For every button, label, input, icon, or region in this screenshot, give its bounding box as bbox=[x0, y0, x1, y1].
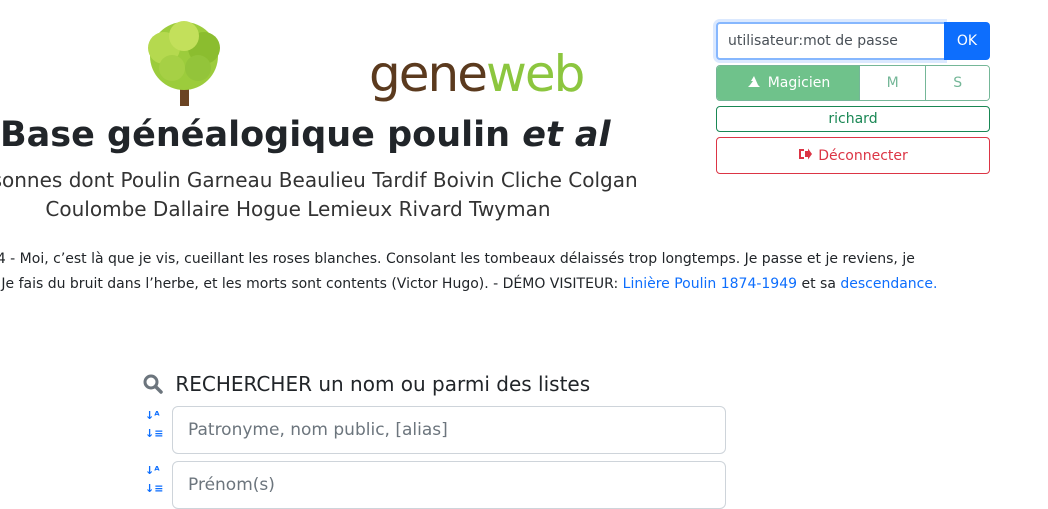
geneweb-logo: geneweb bbox=[136, 18, 585, 108]
login-input[interactable] bbox=[716, 22, 944, 60]
login-ok-button[interactable]: OK bbox=[944, 22, 990, 60]
sort-alpha-asc-icon[interactable]: ↓ᴬ bbox=[145, 409, 165, 423]
wizard-hat-icon bbox=[746, 74, 762, 92]
logo-gene-text: gene bbox=[369, 45, 488, 103]
quote-middle: et sa bbox=[797, 276, 841, 292]
mode-selector: Magicien M S bbox=[716, 65, 990, 101]
s-mode-button[interactable]: S bbox=[926, 66, 989, 100]
login-form: OK bbox=[716, 22, 990, 60]
sort-alpha-asc-icon[interactable]: ↓ᴬ bbox=[145, 464, 165, 478]
tree-icon bbox=[148, 21, 220, 106]
logout-label: Déconnecter bbox=[818, 147, 908, 164]
m-mode-button[interactable]: M bbox=[859, 66, 927, 100]
quote-line-2: ches. Je fais du bruit dans l’herbe, et … bbox=[0, 272, 980, 297]
link-descendance[interactable]: descendance. bbox=[840, 276, 937, 292]
surname-sort-controls: ↓ᴬ ↓≡ bbox=[145, 409, 165, 441]
search-icon bbox=[143, 372, 169, 396]
quote-line-1: -11-04 - Moi, c’est là que je vis, cueil… bbox=[0, 251, 915, 267]
sort-amount-desc-icon[interactable]: ↓≡ bbox=[145, 482, 165, 496]
wizard-mode-label: Magicien bbox=[767, 75, 831, 91]
firstname-input[interactable] bbox=[172, 461, 726, 509]
logout-button[interactable]: Déconnecter bbox=[716, 137, 990, 174]
geneweb-wordmark: geneweb bbox=[369, 44, 585, 104]
title-main: Base généalogique poulin bbox=[0, 115, 523, 155]
logo-web-text: web bbox=[485, 45, 585, 103]
firstname-sort-controls: ↓ᴬ ↓≡ bbox=[145, 464, 165, 496]
search-title-text: RECHERCHER un nom ou parmi des listes bbox=[175, 372, 591, 396]
page-subtitle: personnes dont Poulin Garneau Beaulieu T… bbox=[0, 168, 638, 221]
sign-out-icon bbox=[798, 148, 813, 164]
current-user-button[interactable]: richard bbox=[716, 106, 990, 132]
title-emphasis: et al bbox=[522, 115, 611, 155]
search-heading: RECHERCHER un nom ou parmi des listes bbox=[143, 370, 590, 398]
wizard-mode-button[interactable]: Magicien bbox=[717, 66, 860, 100]
link-liniere-poulin[interactable]: Linière Poulin 1874-1949 bbox=[623, 276, 797, 292]
page-title: Base généalogique poulin et al bbox=[0, 110, 611, 160]
sort-amount-desc-icon[interactable]: ↓≡ bbox=[145, 427, 165, 441]
welcome-quote: -11-04 - Moi, c’est là que je vis, cueil… bbox=[0, 247, 980, 297]
surname-input[interactable] bbox=[172, 406, 726, 454]
quote-text-2: ches. Je fais du bruit dans l’herbe, et … bbox=[0, 276, 623, 292]
